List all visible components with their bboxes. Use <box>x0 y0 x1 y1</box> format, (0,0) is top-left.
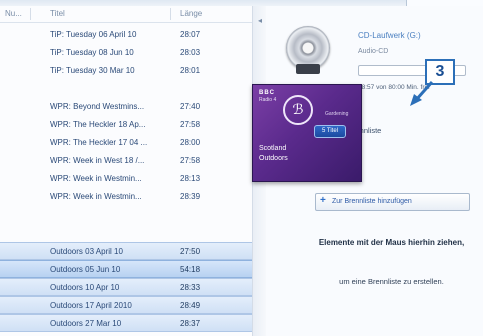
track-title: WPR: Week in Westmin... <box>50 192 142 201</box>
splitter-grip-icon: ◂ <box>258 16 263 25</box>
track-title: Outdoors 27 Mar 10 <box>50 319 122 328</box>
track-title: TiP: Tuesday 06 April 10 <box>50 30 137 39</box>
add-to-burn-list-label: Zur Brennliste hinzufügen <box>332 198 412 205</box>
drive-title[interactable]: CD-Laufwerk (G:) <box>358 31 421 40</box>
add-to-burn-list-button[interactable]: + Zur Brennliste hinzufügen <box>315 193 470 211</box>
track-count-badge: 5 Titel <box>314 125 346 138</box>
table-row[interactable] <box>0 224 252 240</box>
callout-arrow-icon <box>410 81 434 106</box>
column-header-title[interactable]: Titel <box>50 9 65 18</box>
table-row[interactable] <box>0 80 252 96</box>
table-row[interactable]: Outdoors 10 Apr 10 28:33 <box>0 278 252 296</box>
track-length: 28:37 <box>180 319 201 328</box>
track-length: 28:39 <box>180 192 201 201</box>
track-title: TiP: Tuesday 08 Jun 10 <box>50 48 134 57</box>
track-length: 27:40 <box>180 102 201 111</box>
album-name-line2: Outdoors <box>259 155 288 162</box>
dragged-album-art[interactable]: BBC Radio 4 ℬ Gardening 5 Titel Scotland… <box>252 84 362 182</box>
track-length: 28:49 <box>180 301 201 310</box>
table-row[interactable]: WPR: Beyond Westmins... 27:40 <box>0 98 252 114</box>
table-row[interactable] <box>0 206 252 222</box>
track-length: 28:33 <box>180 283 201 292</box>
track-title: WPR: Week in Westmin... <box>50 174 142 183</box>
track-length: 27:58 <box>180 120 201 129</box>
album-name-line1: Scotland <box>259 145 287 152</box>
table-row[interactable]: TiP: Tuesday 30 Mar 10 28:01 <box>0 62 252 78</box>
track-title: Outdoors 03 April 10 <box>50 247 123 256</box>
radio-logo-icon: ℬ <box>283 95 313 125</box>
table-row[interactable]: WPR: Week in Westmin... 28:13 <box>0 170 252 186</box>
table-row[interactable]: Outdoors 03 April 10 27:50 <box>0 242 252 260</box>
column-separator[interactable] <box>170 8 171 20</box>
track-length: 28:03 <box>180 48 201 57</box>
track-title: WPR: Week in West 18 /... <box>50 156 145 165</box>
track-title: WPR: Beyond Westmins... <box>50 102 145 111</box>
track-length: 28:00 <box>180 138 201 147</box>
table-row[interactable]: Outdoors 27 Mar 10 28:37 <box>0 314 252 332</box>
track-title: WPR: The Heckler 18 Ap... <box>50 120 146 129</box>
table-row[interactable]: Outdoors 05 Jun 10 54:18 <box>0 260 252 278</box>
track-length: 27:58 <box>180 156 201 165</box>
track-title: WPR: The Heckler 17 04 ... <box>50 138 148 147</box>
drive-subtitle: Audio-CD <box>358 48 389 55</box>
track-length: 54:18 <box>180 265 201 274</box>
table-row[interactable]: WPR: The Heckler 18 Ap... 27:58 <box>0 116 252 132</box>
track-title: TiP: Tuesday 30 Mar 10 <box>50 66 135 75</box>
column-headers: Nu... Titel Länge <box>0 6 252 23</box>
column-header-number[interactable]: Nu... <box>5 9 22 18</box>
table-row[interactable]: TiP: Tuesday 06 April 10 28:07 <box>0 26 252 42</box>
drop-hint-heading: Elemente mit der Maus hierhin ziehen, <box>318 238 465 247</box>
track-title: Outdoors 05 Jun 10 <box>50 265 121 274</box>
track-title: Outdoors 10 Apr 10 <box>50 283 120 292</box>
album-genre: Gardening <box>325 111 349 117</box>
track-length: 28:07 <box>180 30 201 39</box>
table-row[interactable]: WPR: Week in Westmin... 28:39 <box>0 188 252 204</box>
table-row[interactable]: TiP: Tuesday 08 Jun 10 28:03 <box>0 44 252 60</box>
column-separator[interactable] <box>30 8 31 20</box>
track-length: 28:13 <box>180 174 201 183</box>
cd-drive-icon <box>296 64 320 74</box>
table-row[interactable]: WPR: Week in West 18 /... 27:58 <box>0 152 252 168</box>
plus-icon: + <box>320 195 326 206</box>
table-row[interactable]: WPR: The Heckler 17 04 ... 28:00 <box>0 134 252 150</box>
track-title: Outdoors 17 April 2010 <box>50 301 132 310</box>
track-length: 27:50 <box>180 247 201 256</box>
table-row[interactable]: Outdoors 17 April 2010 28:49 <box>0 296 252 314</box>
album-station: Radio 4 <box>259 97 277 103</box>
album-brand: BBC <box>259 90 275 96</box>
drop-hint-text: um eine Brennliste zu erstellen. <box>339 277 444 286</box>
column-header-length[interactable]: Länge <box>180 9 202 18</box>
track-length: 28:01 <box>180 66 201 75</box>
